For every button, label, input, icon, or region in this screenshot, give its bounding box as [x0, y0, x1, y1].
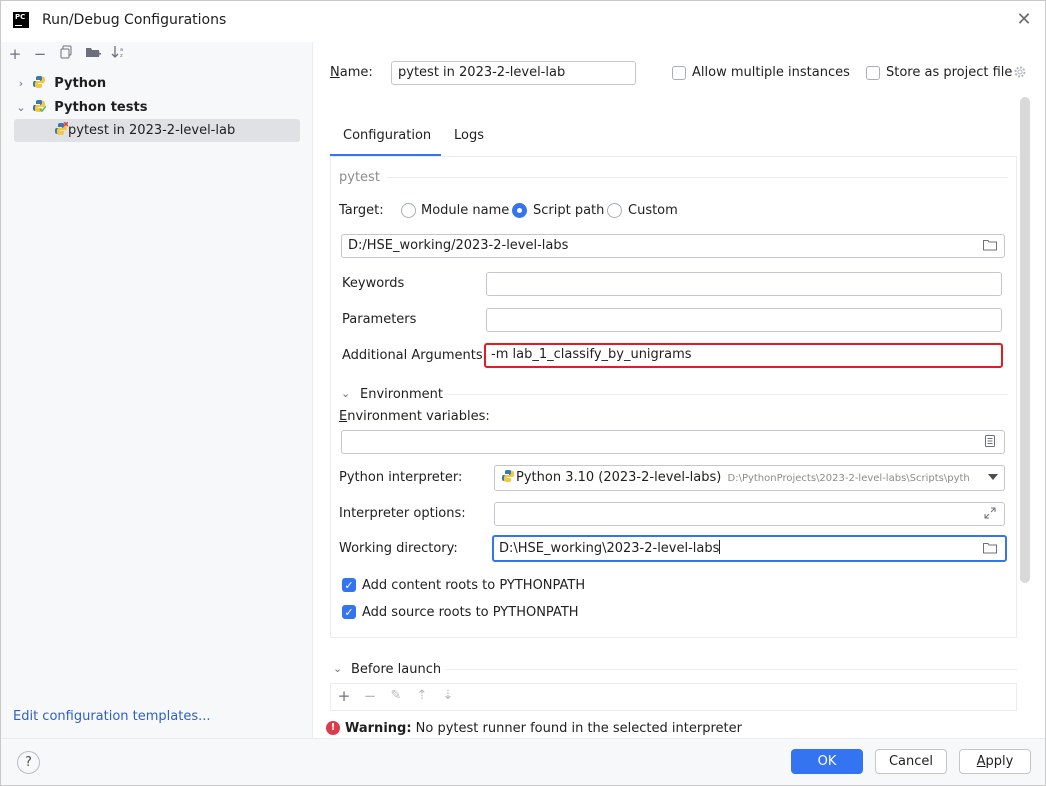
- additional-arguments-label: Additional Arguments: [342, 348, 483, 363]
- keywords-label: Keywords: [342, 276, 405, 291]
- before-launch-divider: [445, 669, 1017, 670]
- move-up-icon[interactable]: ⇡: [412, 686, 432, 706]
- interpreter-options-field[interactable]: [494, 502, 1005, 526]
- python-tests-icon: [32, 98, 47, 113]
- radio-custom[interactable]: [607, 203, 622, 218]
- folder-browse-icon[interactable]: [982, 541, 998, 557]
- edit-env-vars-icon[interactable]: [982, 434, 998, 450]
- chevron-down-icon[interactable]: ⌄: [14, 96, 28, 119]
- add-content-roots-checkbox[interactable]: ✓: [342, 578, 356, 592]
- working-dir-value: D:\HSE_working\2023-2-level-labs: [499, 541, 720, 556]
- dropdown-arrow-icon[interactable]: [988, 474, 998, 480]
- expand-icon[interactable]: [982, 506, 998, 522]
- apply-button[interactable]: Apply: [959, 749, 1031, 774]
- error-icon: !: [326, 721, 340, 735]
- help-button[interactable]: ?: [17, 751, 40, 774]
- env-vars-field[interactable]: [341, 430, 1005, 454]
- tree-item-python-tests[interactable]: ⌄ Python tests: [14, 96, 300, 119]
- section-title: pytest: [339, 170, 380, 185]
- pycharm-app-icon: PC: [13, 12, 29, 28]
- name-label: Name:: [330, 65, 373, 80]
- cancel-button[interactable]: Cancel: [875, 749, 947, 774]
- interpreter-label: Python interpreter:: [339, 470, 463, 485]
- edit-icon[interactable]: ✎: [386, 686, 406, 706]
- before-launch-toolbar: [330, 683, 1017, 711]
- interpreter-options-label: Interpreter options:: [339, 506, 466, 521]
- env-vars-label: Environment variables:: [339, 409, 490, 424]
- python-icon: [32, 74, 46, 88]
- environment-chevron-icon[interactable]: ⌄: [341, 387, 350, 400]
- add-icon[interactable]: +: [5, 44, 25, 64]
- chevron-right-icon[interactable]: ›: [14, 72, 28, 95]
- svg-text:z: z: [120, 53, 123, 59]
- section-divider: [387, 177, 1008, 178]
- interpreter-name: Python 3.10 (2023-2-level-labs): [516, 470, 722, 485]
- sort-icon[interactable]: az: [109, 44, 129, 64]
- ok-button[interactable]: OK: [791, 749, 863, 774]
- interpreter-path: D:\PythonProjects\2023-2-level-labs\Scri…: [727, 473, 970, 484]
- env-vars-label-text: nvironment variables:: [347, 409, 490, 424]
- parameters-label: Parameters: [342, 312, 417, 327]
- keywords-field[interactable]: [486, 272, 1002, 296]
- tab-logs[interactable]: Logs: [454, 128, 484, 143]
- radio-script-path[interactable]: [512, 203, 527, 218]
- allow-multiple-label: Allow multiple instances: [692, 65, 850, 80]
- add-source-roots-label: Add source roots to PYTHONPATH: [362, 605, 579, 620]
- add-icon[interactable]: +: [334, 686, 354, 706]
- radio-module-name[interactable]: [401, 203, 416, 218]
- environment-section-title[interactable]: Environment: [360, 387, 443, 402]
- gear-icon[interactable]: [1012, 65, 1028, 81]
- store-project-label: Store as project file: [886, 65, 1013, 80]
- text-cursor: [719, 540, 721, 554]
- add-content-roots-label: Add content roots to PYTHONPATH: [362, 578, 586, 593]
- tree-item-label: pytest in 2023-2-level-lab: [68, 123, 236, 138]
- interpreter-select[interactable]: Python 3.10 (2023-2-level-labs) D:\Pytho…: [494, 465, 1005, 491]
- warning-text: No pytest runner found in the selected i…: [415, 721, 742, 736]
- before-launch-label[interactable]: Before launch: [351, 662, 441, 677]
- additional-arguments-field[interactable]: -m lab_1_classify_by_unigrams: [484, 343, 1003, 368]
- sidebar: [1, 42, 313, 738]
- target-label: Target:: [339, 203, 384, 218]
- parameters-field[interactable]: [486, 308, 1002, 332]
- name-field[interactable]: pytest in 2023-2-level-lab: [391, 61, 636, 85]
- add-source-roots-checkbox[interactable]: ✓: [342, 605, 356, 619]
- warning-bold: Warning:: [345, 721, 412, 736]
- tree-item-python[interactable]: › Python: [14, 72, 300, 95]
- radio-module-name-label: Module name: [421, 203, 510, 218]
- working-dir-field[interactable]: D:\HSE_working\2023-2-level-labs: [492, 535, 1007, 562]
- pytest-config-icon: [54, 121, 69, 135]
- copy-icon[interactable]: [56, 44, 76, 64]
- tab-configuration[interactable]: Configuration: [343, 128, 431, 143]
- app-icon-text: PC: [15, 13, 26, 21]
- warning-message: Warning: No pytest runner found in the s…: [345, 721, 742, 736]
- folder-browse-icon[interactable]: [982, 238, 998, 254]
- move-down-icon[interactable]: ⇣: [438, 686, 458, 706]
- remove-icon[interactable]: −: [360, 686, 380, 706]
- working-dir-label: Working directory:: [339, 541, 458, 556]
- close-icon[interactable]: ✕: [1014, 10, 1034, 30]
- remove-icon[interactable]: −: [30, 44, 50, 64]
- tree-item-label: Python tests: [54, 100, 148, 115]
- environment-divider: [444, 394, 1008, 395]
- folder-icon[interactable]: [83, 44, 103, 64]
- edit-templates-link[interactable]: Edit configuration templates...: [13, 709, 211, 724]
- before-launch-chevron-icon[interactable]: ⌄: [333, 662, 342, 675]
- scrollbar[interactable]: [1020, 97, 1030, 583]
- tree-item-pytest-config[interactable]: pytest in 2023-2-level-lab: [14, 119, 300, 142]
- store-project-checkbox[interactable]: [866, 66, 880, 80]
- python-interpreter-icon: [501, 468, 515, 482]
- radio-script-path-label: Script path: [533, 203, 605, 218]
- script-path-field[interactable]: D:/HSE_working/2023-2-level-labs: [341, 234, 1005, 258]
- allow-multiple-checkbox[interactable]: [672, 66, 686, 80]
- tree-item-label: Python: [54, 76, 107, 91]
- dialog-title: Run/Debug Configurations: [42, 12, 227, 28]
- radio-custom-label: Custom: [628, 203, 678, 218]
